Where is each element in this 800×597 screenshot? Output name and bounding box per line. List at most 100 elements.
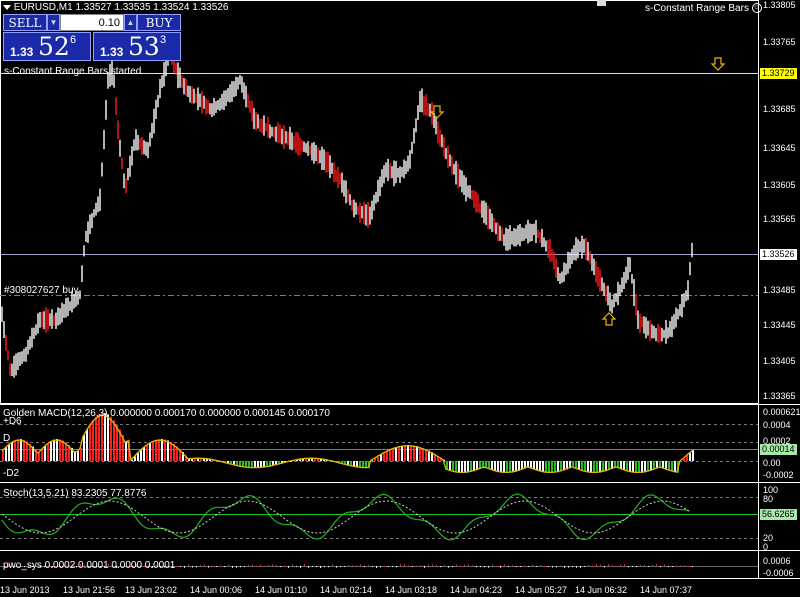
macd-bar: [5, 447, 7, 461]
pwo-bar: [496, 565, 497, 567]
pwo-bar: [332, 564, 333, 566]
dropdown-icon[interactable]: [3, 4, 11, 10]
arrow-down-icon: [429, 57, 726, 119]
macd-bar: [125, 441, 127, 461]
pwo-bar: [448, 566, 449, 568]
pwo-bar: [344, 566, 345, 568]
pwo-bar: [200, 565, 201, 567]
macd-bar: [107, 414, 109, 461]
pwo-bar: [692, 566, 693, 567]
macd-bar: [692, 450, 694, 461]
macd-bar: [254, 461, 256, 468]
pwo-bar: [424, 566, 425, 568]
macd-bar: [62, 440, 64, 461]
macd-bar: [137, 453, 139, 461]
pwo-bar: [644, 564, 645, 566]
pwo-bar: [192, 566, 193, 568]
macd-bar: [467, 461, 469, 473]
pwo-bar: [324, 566, 325, 567]
pwo-bar: [628, 566, 629, 568]
pwo-bar: [208, 566, 209, 568]
pwo-bar: [340, 566, 341, 567]
macd-bar: [626, 461, 628, 472]
order-label[interactable]: #308027627 buy: [4, 285, 79, 296]
pwo-bar: [400, 564, 401, 566]
macd-bar: [629, 461, 631, 472]
pwo-axis-label: 0.0006: [763, 556, 791, 566]
stoch-current-value: 56.6265: [760, 509, 797, 520]
pwo-bar: [372, 566, 373, 567]
macd-bar: [587, 461, 589, 473]
pwo-bar: [536, 566, 537, 567]
macd-axis-label: 0.0004: [763, 420, 791, 430]
sell-quote[interactable]: 1.33 52 6: [3, 32, 91, 61]
pwo-axis-label: -0.0006: [763, 568, 794, 578]
macd-bar: [389, 449, 391, 461]
macd-bar: [251, 461, 253, 468]
lot-increase-icon[interactable]: ▲: [124, 14, 137, 31]
macd-bar: [590, 461, 592, 473]
pwo-bar: [512, 565, 513, 567]
time-axis-label: 14 Jun 01:10: [255, 585, 308, 595]
price-axis-label: 1.33485: [763, 285, 796, 295]
macd-bar: [557, 461, 559, 473]
pwo-bar: [620, 564, 621, 566]
sell-button[interactable]: SELL: [3, 14, 47, 31]
pwo-bar: [508, 566, 509, 567]
time-axis-label: 13 Jun 2013: [0, 585, 50, 595]
chart-canvas[interactable]: [0, 0, 800, 597]
pwo-bar: [348, 565, 349, 567]
stoch-axis-label: 80: [763, 494, 774, 504]
pwo-bar: [196, 566, 197, 568]
macd-bar: [632, 461, 634, 473]
stoch-signal-line: [1, 500, 690, 534]
pwo-bar: [220, 565, 221, 567]
pwo-bar: [224, 566, 225, 568]
macd-bar: [452, 461, 454, 472]
pwo-bar: [616, 565, 617, 567]
pwo-bar: [608, 564, 609, 566]
time-axis-label: 14 Jun 04:23: [450, 585, 503, 595]
time-axis-label: 14 Jun 05:27: [515, 585, 568, 595]
buy-quote[interactable]: 1.33 53 3: [93, 32, 181, 61]
macd-bar: [407, 445, 409, 461]
macd-bar: [593, 461, 595, 473]
pwo-bar: [288, 566, 289, 568]
macd-bar: [2, 450, 4, 461]
pwo-bar: [548, 566, 549, 567]
macd-current-value: 0.00014: [760, 444, 797, 455]
lot-decrease-icon[interactable]: ▼: [47, 14, 60, 31]
buy-button[interactable]: BUY: [137, 14, 181, 31]
macd-bar: [671, 461, 673, 472]
macd-bar: [395, 447, 397, 461]
status-text: s-Constant Range Bars started: [4, 66, 142, 77]
macd-bar: [101, 413, 103, 461]
macd-bar: [398, 446, 400, 461]
chart-header: EURUSD,M1 1.33527 1.33535 1.33524 1.3352…: [3, 2, 228, 13]
macd-bar: [92, 420, 94, 461]
macd-title: Golden MACD(12,26,3) 0.000000 0.000170 0…: [3, 408, 330, 419]
macd-bar: [533, 461, 535, 470]
pwo-bar: [576, 566, 577, 568]
macd-bar: [80, 447, 82, 461]
macd-bar: [641, 461, 643, 473]
macd-bar: [635, 461, 637, 473]
pwo-bar: [464, 564, 465, 566]
price-bars: [1, 41, 693, 378]
macd-bar: [404, 445, 406, 461]
pwo-bar: [284, 565, 285, 567]
macd-bar: [59, 439, 61, 461]
lot-size-input[interactable]: 0.10: [60, 14, 124, 31]
pwo-bar: [180, 566, 181, 567]
macd-bar: [623, 461, 625, 470]
scroll-indicator[interactable]: [597, 0, 606, 6]
price-axis-label: 1.33805: [763, 0, 796, 10]
macd-bar: [104, 413, 106, 461]
macd-bar: [668, 461, 670, 471]
pwo-bar: [592, 565, 593, 567]
pwo-bar: [520, 566, 521, 567]
pwo-bar: [680, 565, 681, 567]
macd-bar: [47, 443, 49, 461]
stoch-axis-label: 0: [763, 542, 769, 552]
pwo-bar: [456, 564, 457, 566]
